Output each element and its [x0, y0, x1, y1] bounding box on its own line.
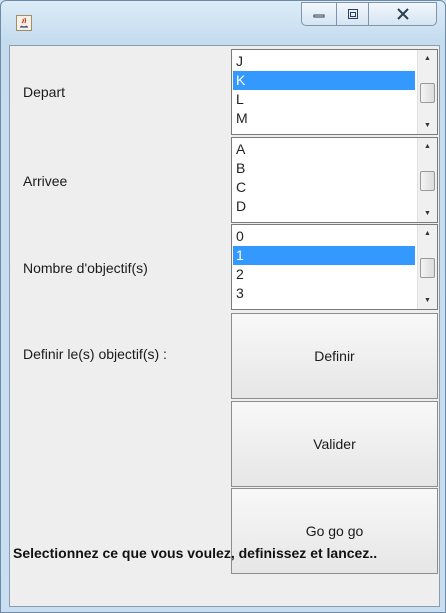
list-item[interactable]: M: [233, 109, 415, 128]
scroll-down-icon[interactable]: ▼: [418, 292, 437, 309]
valider-button[interactable]: Valider: [231, 401, 438, 487]
scroll-up-icon[interactable]: ▲: [418, 138, 437, 155]
close-icon: [396, 8, 409, 20]
window-controls: [301, 2, 439, 28]
list-item[interactable]: 2: [233, 265, 415, 284]
application-window: Depart J K L M ▲ ▼ Arrivee A B C D ▲ ▼ N…: [0, 0, 446, 613]
maximize-button[interactable]: [337, 2, 369, 26]
scroll-thumb[interactable]: [420, 83, 435, 103]
nombre-label: Nombre d'objectif(s): [23, 260, 148, 276]
go-button[interactable]: Go go go: [231, 488, 438, 574]
depart-scrollbar[interactable]: ▲ ▼: [417, 50, 437, 134]
scroll-down-icon[interactable]: ▼: [418, 117, 437, 134]
list-item[interactable]: B: [233, 159, 415, 178]
title-bar[interactable]: [1, 1, 445, 45]
list-item-selected[interactable]: K: [233, 71, 415, 90]
arrivee-list[interactable]: A B C D ▲ ▼: [231, 137, 438, 223]
definir-objectifs-label: Definir le(s) objectif(s) :: [23, 346, 167, 362]
scroll-up-icon[interactable]: ▲: [418, 50, 437, 67]
scroll-thumb[interactable]: [420, 258, 435, 278]
scroll-down-icon[interactable]: ▼: [418, 205, 437, 222]
restore-icon: [347, 9, 358, 19]
depart-label: Depart: [23, 84, 66, 100]
nombre-scrollbar[interactable]: ▲ ▼: [417, 225, 437, 309]
java-icon[interactable]: [16, 15, 32, 31]
list-item[interactable]: C: [233, 178, 415, 197]
list-item[interactable]: 0: [233, 227, 415, 246]
arrivee-label: Arrivee: [23, 173, 68, 189]
depart-list[interactable]: J K L M ▲ ▼: [231, 49, 438, 135]
list-item[interactable]: D: [233, 197, 415, 216]
list-item[interactable]: J: [233, 52, 415, 71]
nombre-list[interactable]: 0 1 2 3 ▲ ▼: [231, 224, 438, 310]
scroll-up-icon[interactable]: ▲: [418, 225, 437, 242]
list-item-selected[interactable]: 1: [233, 246, 415, 265]
minimize-icon: [313, 14, 325, 18]
list-item[interactable]: A: [233, 140, 415, 159]
close-button[interactable]: [369, 2, 437, 26]
list-item[interactable]: L: [233, 90, 415, 109]
main-panel: Depart J K L M ▲ ▼ Arrivee A B C D ▲ ▼ N…: [9, 45, 440, 607]
minimize-button[interactable]: [301, 2, 337, 26]
arrivee-scrollbar[interactable]: ▲ ▼: [417, 138, 437, 222]
scroll-thumb[interactable]: [420, 171, 435, 191]
definir-button[interactable]: Definir: [231, 313, 438, 399]
list-item[interactable]: 3: [233, 284, 415, 303]
status-text: Selectionnez ce que vous voulez, definis…: [13, 545, 378, 561]
